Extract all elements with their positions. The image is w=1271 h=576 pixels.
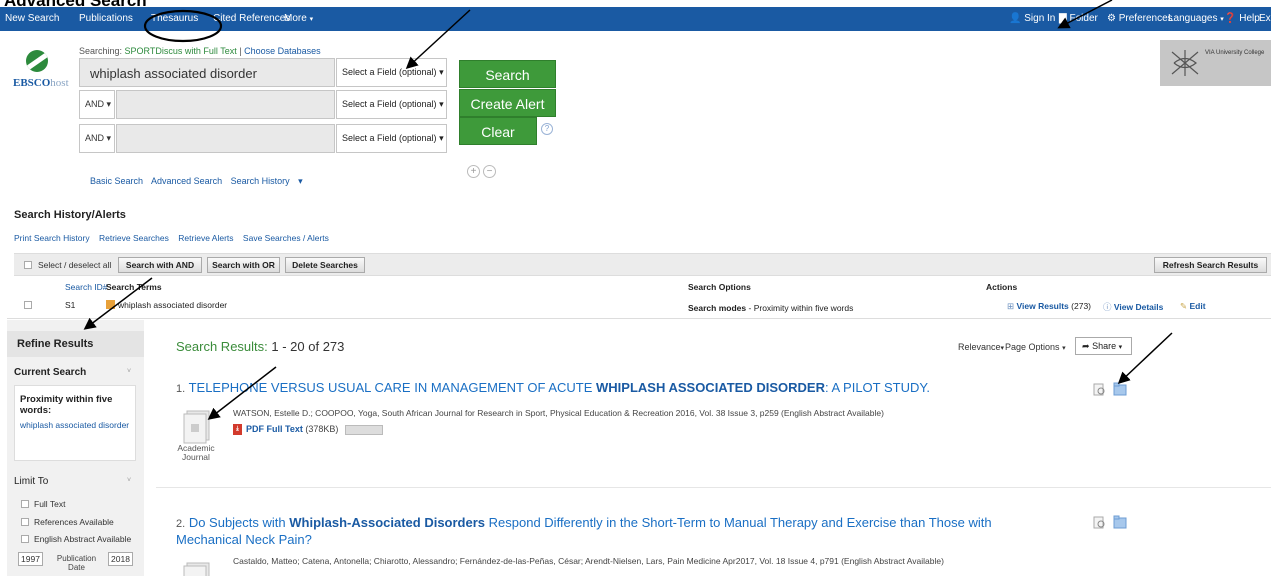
annotation-overlay [83,0,1173,420]
annotation-arrow [83,277,153,330]
annotation-arrow [1117,332,1173,385]
annotation-circle [143,9,223,43]
annotation-arrow [207,366,277,420]
annotation-arrow [1057,0,1113,29]
annotation-arrow [405,9,471,70]
